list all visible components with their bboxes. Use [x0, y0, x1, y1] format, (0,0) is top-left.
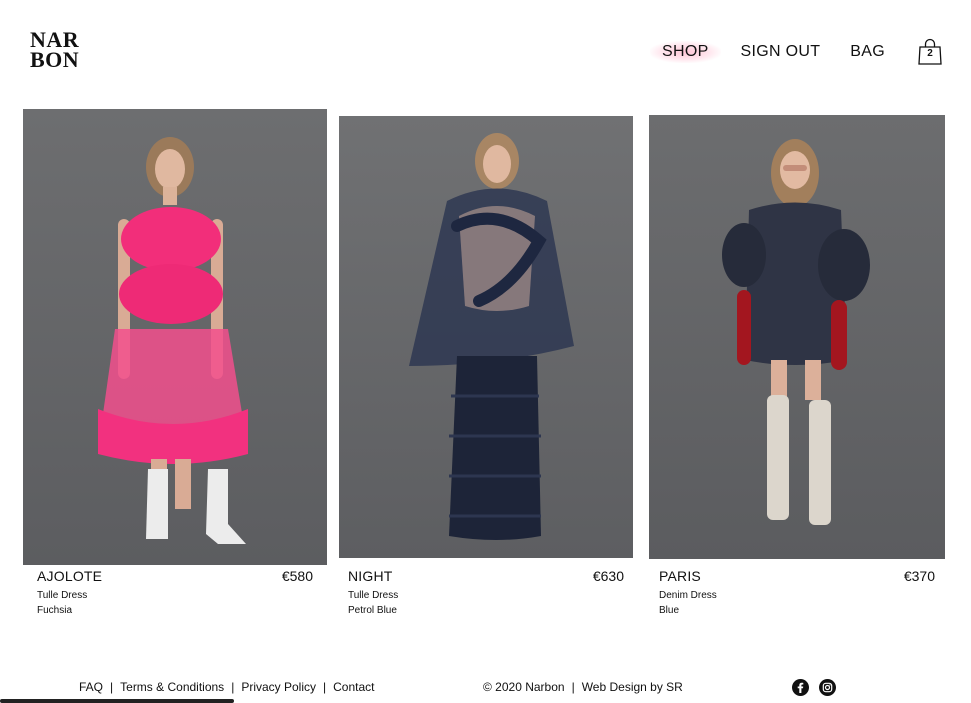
nav-signout-link[interactable]: SIGN OUT — [741, 43, 821, 61]
bag-count-badge: 2 — [927, 48, 933, 59]
product-info: AJOLOTE €580 Tulle Dress Fuchsia — [37, 568, 313, 618]
main-nav: SHOP SIGN OUT BAG 2 — [650, 38, 943, 66]
product-color: Blue — [659, 605, 680, 616]
footer-separator: | — [110, 680, 114, 694]
brand-line-2: BON — [30, 47, 80, 72]
footer-faq-link[interactable]: FAQ — [79, 680, 103, 694]
product-price: €370 — [903, 568, 935, 584]
social-links — [792, 679, 836, 696]
instagram-icon[interactable] — [819, 679, 836, 696]
web-design-credit-link[interactable]: Web Design by SR — [582, 680, 683, 694]
product-type: Denim Dress — [659, 590, 717, 601]
footer-separator: | — [323, 680, 327, 694]
footer-contact-link[interactable]: Contact — [333, 680, 374, 694]
product-color: Petrol Blue — [348, 605, 397, 616]
product-color: Fuchsia — [37, 605, 73, 616]
product-image[interactable] — [339, 116, 633, 558]
product-info: PARIS €370 Denim Dress Blue — [659, 568, 935, 618]
footer-privacy-link[interactable]: Privacy Policy — [241, 680, 316, 694]
product-name[interactable]: PARIS — [659, 568, 935, 584]
shopping-bag-icon[interactable]: 2 — [917, 38, 943, 66]
product-image[interactable] — [649, 115, 945, 559]
footer-terms-link[interactable]: Terms & Conditions — [120, 680, 224, 694]
product-name[interactable]: AJOLOTE — [37, 568, 313, 584]
footer-separator: | — [231, 680, 235, 694]
product-image[interactable] — [23, 109, 327, 565]
nav-shop-link[interactable]: SHOP — [650, 41, 721, 63]
product-name[interactable]: NIGHT — [348, 568, 624, 584]
product-type: Tulle Dress — [37, 590, 88, 601]
site-footer: FAQ | Terms & Conditions | Privacy Policy | Co… — [0, 679, 971, 696]
facebook-icon[interactable] — [792, 679, 809, 696]
product-type: Tulle Dress — [348, 590, 399, 601]
horizontal-scrollbar[interactable] — [0, 699, 234, 703]
copyright-text: © 2020 Narbon — [483, 680, 565, 694]
footer-copyright: © 2020 Narbon | Web Design by SR — [483, 680, 683, 694]
product-info: NIGHT €630 Tulle Dress Petrol Blue — [348, 568, 624, 618]
nav-bag-link[interactable]: BAG — [850, 43, 885, 61]
footer-links: FAQ | Terms & Conditions | Privacy Policy | Co… — [79, 680, 374, 694]
product-price: €630 — [592, 568, 624, 584]
product-price: €580 — [281, 568, 313, 584]
footer-separator: | — [571, 680, 575, 694]
brand-logo[interactable]: NAR BON — [30, 29, 80, 72]
